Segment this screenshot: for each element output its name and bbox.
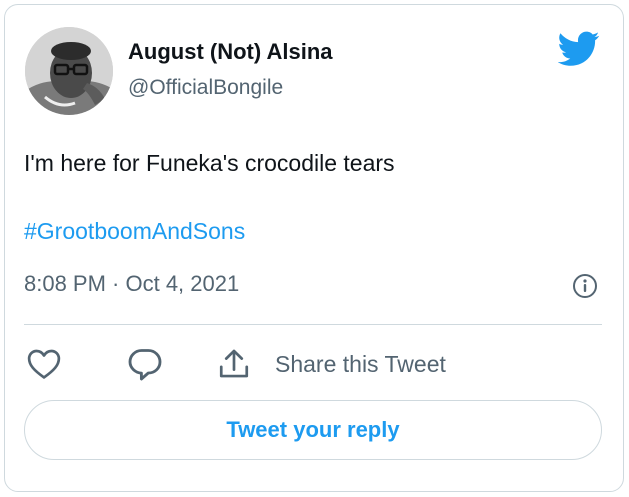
tweet-timestamp[interactable]: 8:08 PM · Oct 4, 2021 (24, 271, 239, 297)
author-display-name[interactable]: August (Not) Alsina (128, 39, 333, 65)
share-label[interactable]: Share this Tweet (275, 351, 446, 378)
info-icon[interactable] (572, 273, 598, 299)
author-handle[interactable]: @OfficialBongile (128, 76, 283, 100)
avatar[interactable] (25, 27, 113, 115)
like-button[interactable] (27, 345, 61, 383)
divider (24, 324, 602, 325)
twitter-bird-icon[interactable] (557, 31, 600, 67)
hashtag-link[interactable]: #GrootboomAndSons (24, 218, 245, 245)
heart-icon (27, 349, 61, 379)
tweet-text: I'm here for Funeka's crocodile tears (24, 150, 395, 176)
share-upload-icon (219, 349, 249, 378)
share-button[interactable]: Share this Tweet (217, 345, 446, 383)
speech-bubble-icon (128, 349, 162, 381)
reply-button[interactable] (127, 345, 163, 383)
tweet-your-reply-button[interactable]: Tweet your reply (24, 400, 602, 460)
tweet-card: August (Not) Alsina @OfficialBongile I'm… (4, 4, 624, 492)
